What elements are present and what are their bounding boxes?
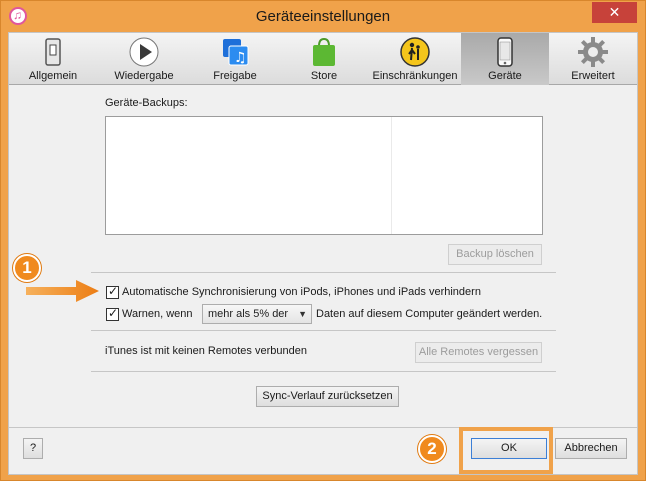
backups-label: Geräte-Backups: (105, 97, 188, 109)
preferences-window: Geräteeinstellungen ✕ Allgemein Wiederga… (0, 0, 646, 481)
switch-icon (45, 38, 61, 66)
tab-label: Erweitert (571, 70, 615, 82)
iphone-icon (497, 37, 513, 67)
reset-sync-history-button[interactable]: Sync-Verlauf zurücksetzen (256, 386, 399, 407)
remotes-status: iTunes ist mit keinen Remotes verbunden (105, 345, 307, 357)
tab-einschraenkungen[interactable]: Einschränkungen (369, 33, 461, 85)
preferences-toolbar: Allgemein Wiedergabe ♫ Freigabe Store Ei… (9, 33, 637, 85)
select-value: mehr als 5% der (208, 308, 289, 320)
ok-highlight-frame (459, 427, 553, 474)
window-title: Geräteeinstellungen (255, 8, 391, 25)
divider (91, 371, 556, 372)
forget-remotes-button[interactable]: Alle Remotes vergessen (415, 342, 542, 363)
music-share-icon: ♫ (223, 39, 249, 66)
tab-label: Allgemein (28, 70, 78, 82)
tab-allgemein[interactable]: Allgemein (9, 33, 97, 85)
tab-erweitert[interactable]: Erweitert (549, 33, 637, 85)
parental-control-icon (400, 37, 430, 67)
svg-text:♫: ♫ (234, 50, 247, 66)
tab-store[interactable]: Store (279, 33, 369, 85)
prevent-auto-sync-checkbox[interactable] (106, 284, 119, 299)
tab-wiedergabe[interactable]: Wiedergabe (97, 33, 191, 85)
tab-label: Wiedergabe (114, 70, 174, 82)
warn-label: Warnen, wenn (122, 308, 193, 320)
divider (91, 272, 556, 273)
device-backups-list[interactable] (105, 116, 543, 235)
play-icon (129, 37, 159, 67)
dialog-client: Allgemein Wiedergabe ♫ Freigabe Store Ei… (8, 32, 638, 475)
delete-backup-button[interactable]: Backup löschen (448, 244, 542, 265)
gear-icon (578, 37, 608, 67)
prevent-auto-sync-label: Automatische Synchronisierung von iPods,… (122, 286, 481, 298)
warn-suffix-label: Daten auf diesem Computer geändert werde… (316, 308, 543, 320)
shopping-bag-icon (313, 37, 335, 66)
tab-freigabe[interactable]: ♫ Freigabe (191, 33, 279, 85)
cancel-button[interactable]: Abbrechen (555, 438, 627, 459)
tab-label: Einschränkungen (372, 70, 458, 82)
list-column-divider (391, 117, 392, 234)
step-2-badge: 2 (418, 435, 446, 463)
close-button[interactable]: ✕ (592, 2, 637, 23)
warn-threshold-select[interactable]: mehr als 5% der ▼ (202, 304, 312, 324)
divider (91, 330, 556, 331)
help-button[interactable]: ? (23, 438, 43, 459)
tab-label: Store (310, 70, 338, 82)
chevron-down-icon: ▼ (298, 309, 307, 319)
pointer-arrow-icon (26, 280, 99, 302)
title-bar: Geräteeinstellungen ✕ (1, 1, 645, 32)
step-1-badge: 1 (13, 254, 41, 282)
tab-label: Geräte (488, 70, 522, 82)
tab-geraete[interactable]: Geräte (461, 33, 549, 85)
tab-label: Freigabe (213, 70, 257, 82)
warn-checkbox[interactable] (106, 306, 119, 321)
devices-panel: Geräte-Backups: Backup löschen Automatis… (9, 86, 637, 427)
